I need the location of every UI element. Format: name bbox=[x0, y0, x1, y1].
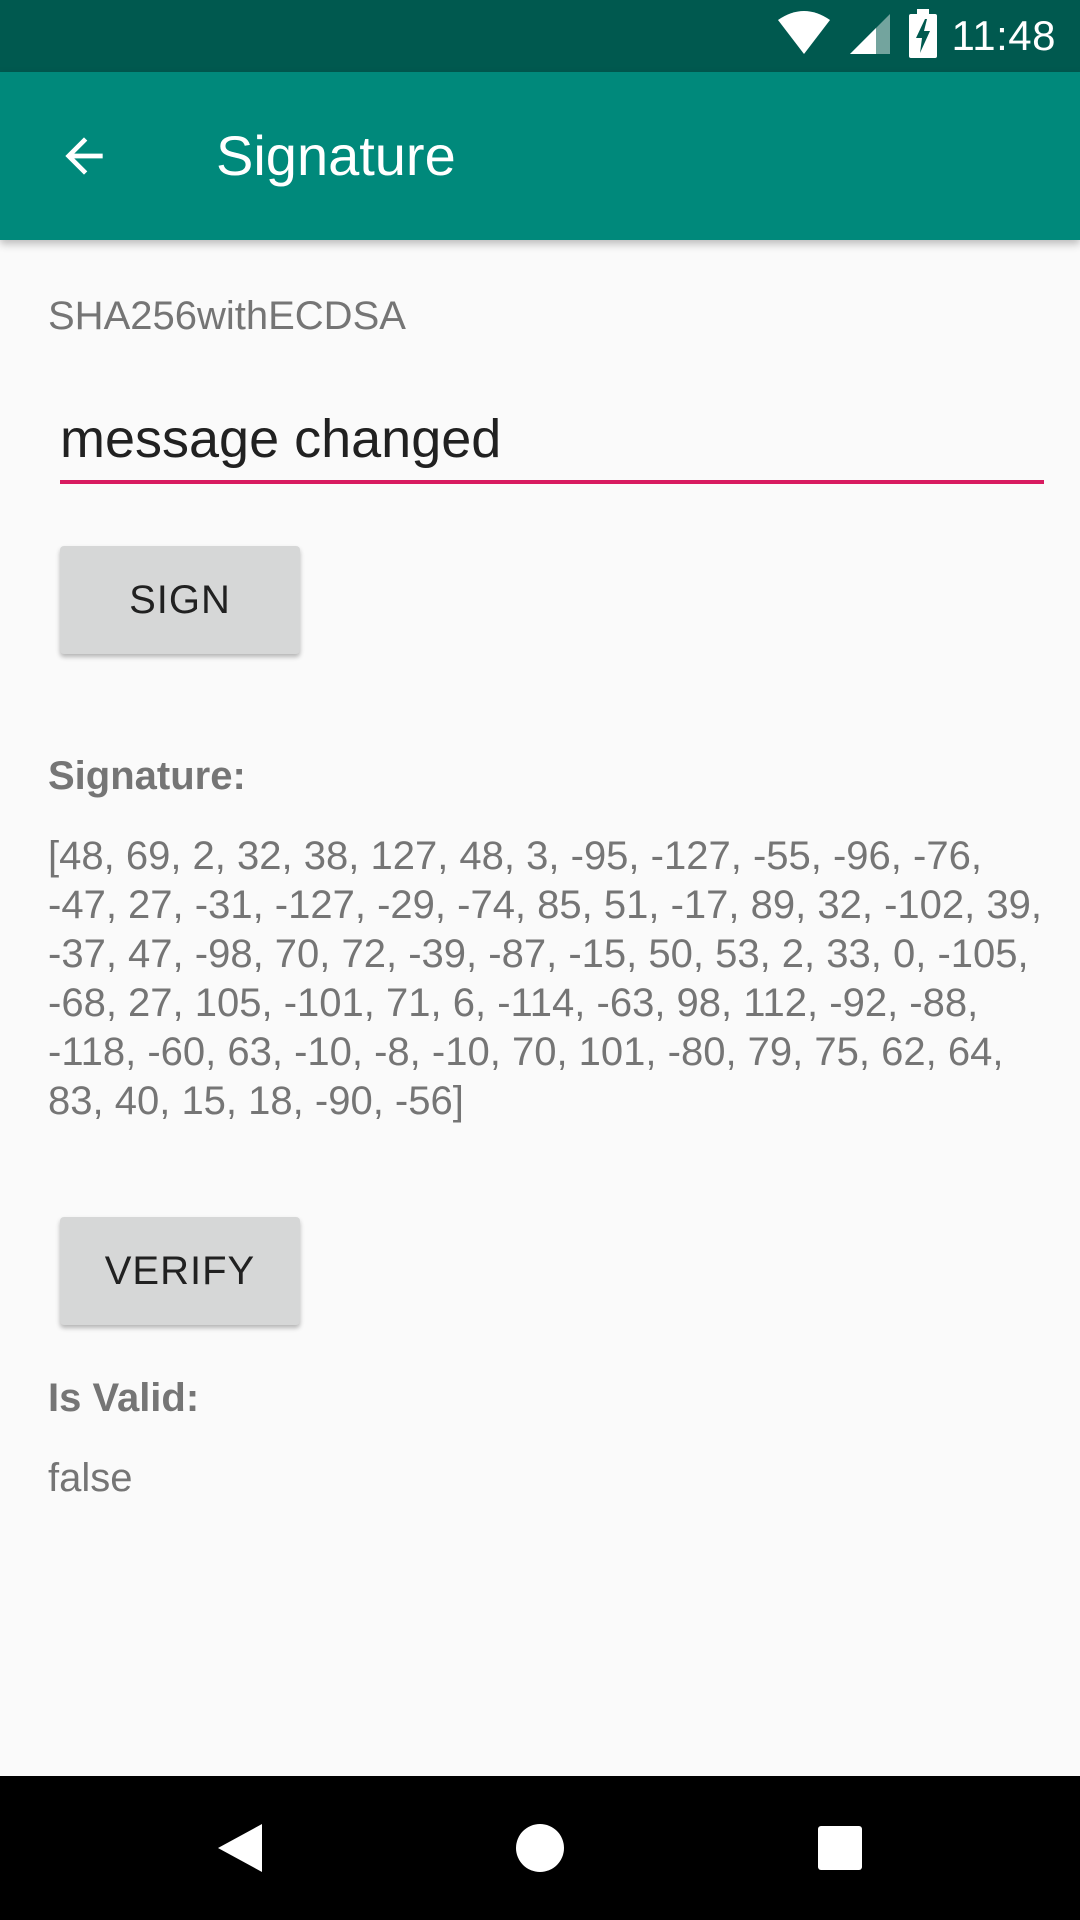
battery-charging-icon bbox=[908, 8, 938, 64]
status-time: 11:48 bbox=[951, 12, 1056, 59]
nav-back-icon bbox=[218, 1824, 262, 1872]
cell-signal-icon bbox=[846, 10, 894, 63]
navigation-bar bbox=[0, 1776, 1080, 1920]
nav-recents-button[interactable] bbox=[792, 1800, 888, 1896]
nav-recents-icon bbox=[818, 1826, 862, 1870]
wifi-icon bbox=[776, 10, 832, 63]
verify-button[interactable]: VERIFY bbox=[60, 1217, 300, 1325]
back-button[interactable] bbox=[36, 108, 132, 204]
message-field-container bbox=[60, 400, 1044, 484]
status-icons: 11:48 bbox=[776, 0, 1057, 72]
is-valid-value: false bbox=[48, 1456, 133, 1500]
message-input[interactable] bbox=[60, 400, 1044, 478]
sign-button[interactable]: SIGN bbox=[60, 546, 300, 654]
status-bar: 11:48 bbox=[0, 0, 1080, 72]
nav-back-button[interactable] bbox=[192, 1800, 288, 1896]
signature-value: [48, 69, 2, 32, 38, 127, 48, 3, -95, -12… bbox=[48, 834, 1042, 1123]
is-valid-heading: Is Valid: bbox=[48, 1376, 200, 1420]
algorithm-label: SHA256withECDSA bbox=[48, 294, 406, 338]
nav-home-button[interactable] bbox=[492, 1800, 588, 1896]
nav-home-icon bbox=[516, 1824, 564, 1872]
arrow-back-icon bbox=[65, 137, 103, 175]
app-toolbar: Signature bbox=[0, 72, 1080, 240]
signature-heading: Signature: bbox=[48, 754, 246, 798]
page-title: Signature bbox=[216, 124, 456, 187]
